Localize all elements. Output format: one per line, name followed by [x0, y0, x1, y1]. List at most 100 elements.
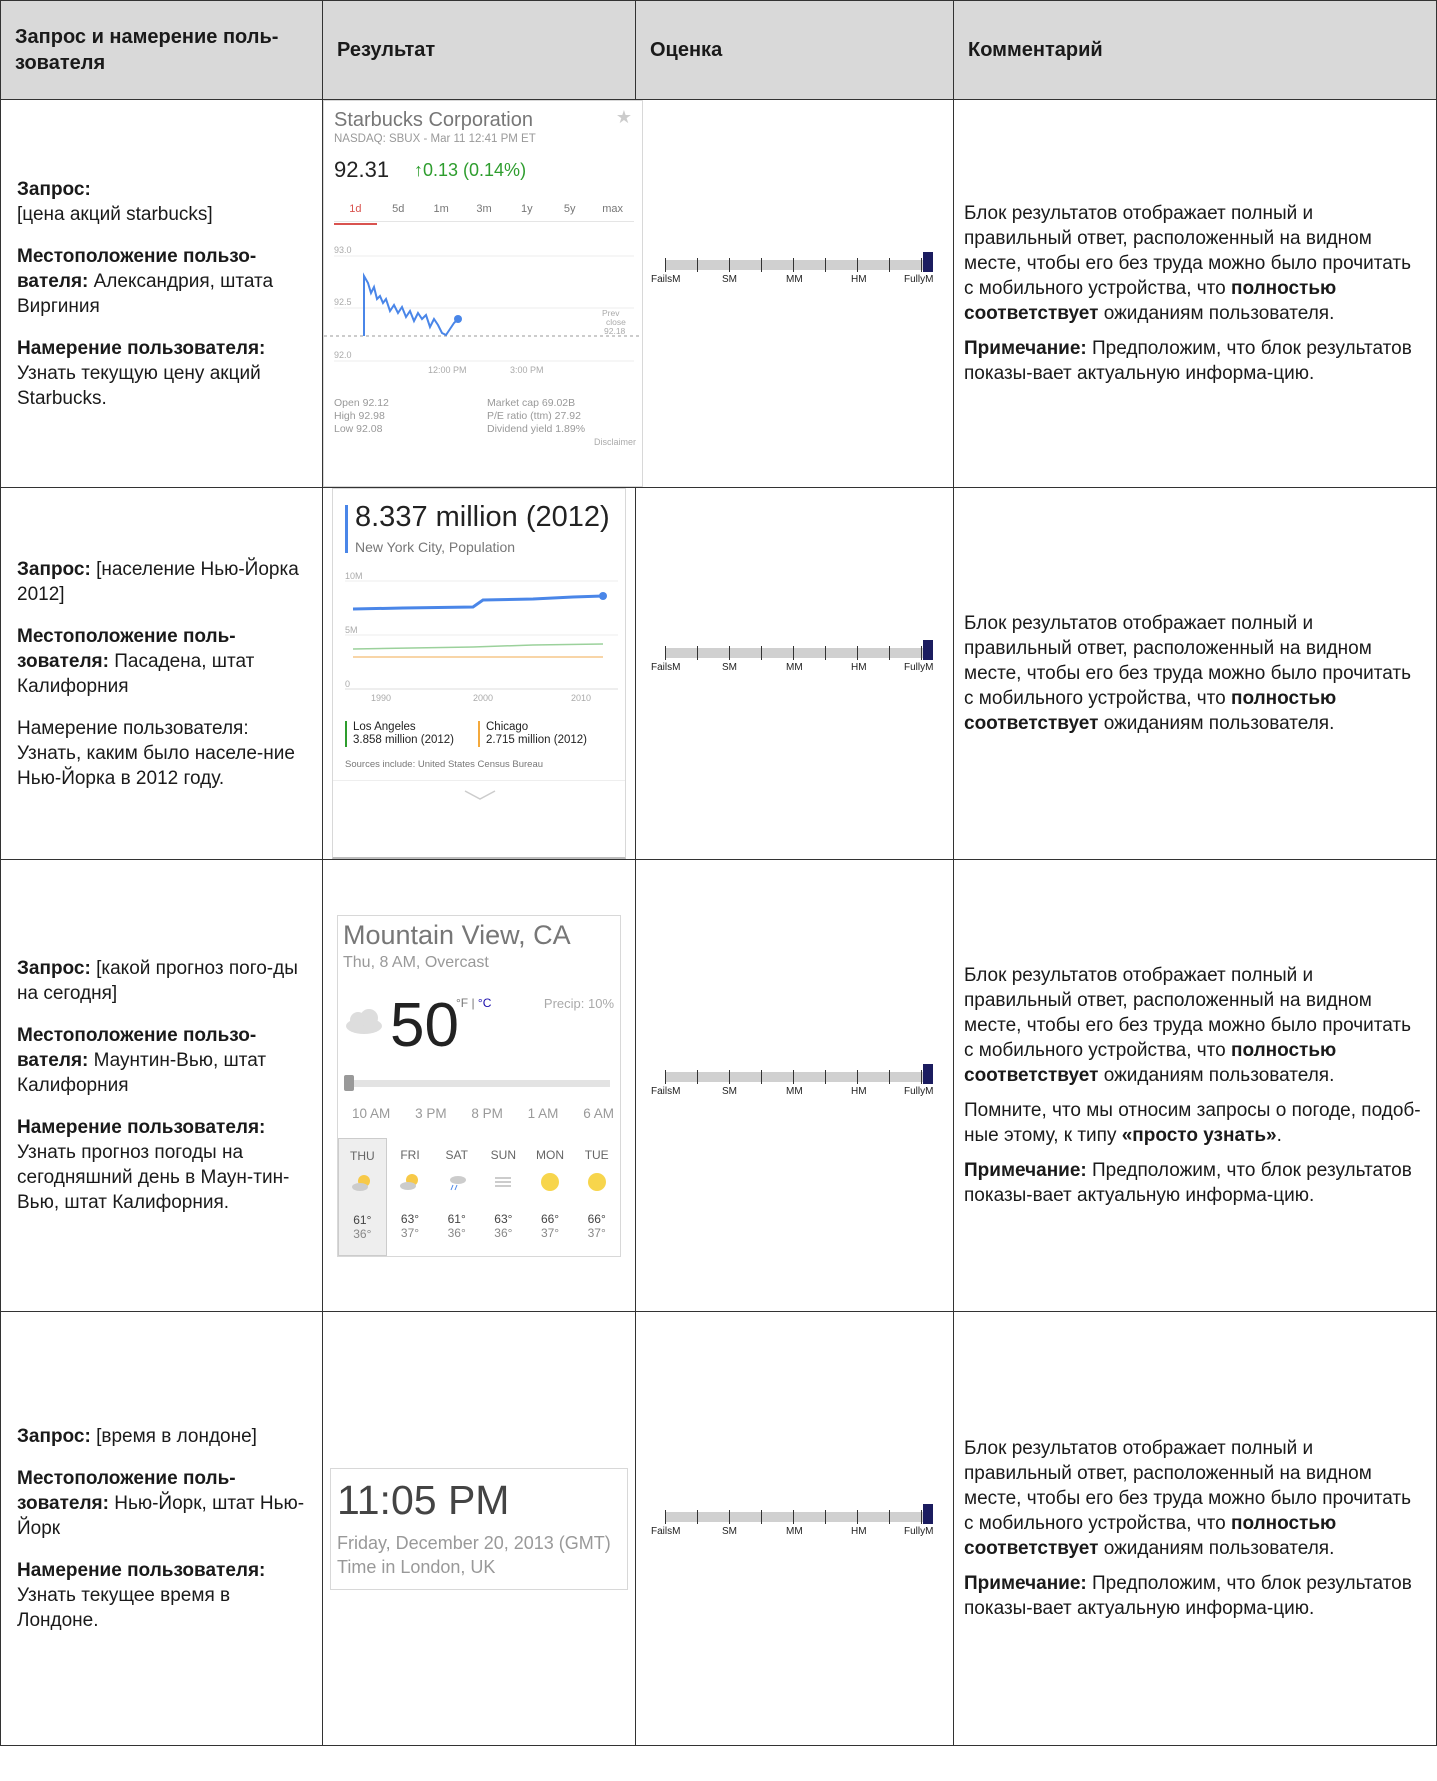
hour-label: 3 PM [415, 1105, 447, 1121]
scale-tick [793, 1510, 794, 1524]
scale-tick [857, 1510, 858, 1524]
scale-label: FailsM [651, 1086, 681, 1097]
scale-label: MM [786, 1086, 803, 1097]
sun-icon [587, 1172, 606, 1191]
scale-label: SM [722, 274, 737, 285]
legend-los-angeles: Los Angeles 3.858 million (2012) [345, 721, 454, 747]
accent-bar [345, 505, 348, 553]
table-row: Запрос: [цена акций starbucks] Местополож… [0, 99, 1437, 488]
scale-track [665, 260, 927, 270]
y-tick: 92.0 [334, 350, 352, 360]
scale-track [665, 1072, 927, 1082]
rating-scale[interactable]: FailsM SM MM HM FullyM [651, 252, 941, 294]
scale-tick [793, 1070, 794, 1084]
scale-label: FullyM [904, 274, 934, 285]
star-icon[interactable]: ★ [616, 107, 632, 128]
sources-text: Sources include: United States Census Bu… [345, 759, 544, 770]
scale-label: MM [786, 662, 803, 673]
query-cell: Запрос: [время в лондоне] Местоположение… [0, 1311, 323, 1746]
rating-scale[interactable]: FailsM SM MM HM FullyM [651, 640, 941, 682]
intent-text: Узнать текущее время в Лондоне. [17, 1585, 231, 1631]
comment-cell: Блок результатов отображает полный и пра… [953, 99, 1437, 488]
chevron-down-icon[interactable] [463, 789, 497, 801]
x-tick: 1990 [371, 693, 391, 703]
scale-tick [857, 1070, 858, 1084]
clock-time: 11:05 PM [337, 1476, 510, 1523]
scale-thumb[interactable] [923, 252, 933, 272]
day-fri[interactable]: FRI 63° 37° [387, 1138, 434, 1256]
fog-icon [495, 1176, 512, 1187]
scale-thumb[interactable] [923, 1504, 933, 1524]
scale-tick [825, 646, 826, 660]
weather-card: Mountain View, CA Thu, 8 AM, Overcast 50… [337, 914, 621, 1257]
scale-tick [825, 1070, 826, 1084]
scale-tick [825, 258, 826, 272]
day-sun[interactable]: SUN 63° 36° [480, 1138, 527, 1256]
rating-cell: FailsM SM MM HM FullyM [635, 1311, 954, 1746]
scale-tick [889, 646, 890, 660]
temperature: 50 [390, 990, 459, 1060]
scale-thumb[interactable] [923, 1064, 933, 1084]
result-cell: Mountain View, CA Thu, 8 AM, Overcast 50… [322, 859, 636, 1312]
scale-label: FullyM [904, 1086, 934, 1097]
scale-label: HM [851, 274, 867, 285]
scale-tick [921, 646, 922, 660]
scale-label: MM [786, 1526, 803, 1537]
rating-scale[interactable]: FailsM SM MM HM FullyM [651, 1064, 941, 1106]
scale-label: SM [722, 1526, 737, 1537]
disclaimer-link[interactable]: Disclaimer [594, 437, 636, 447]
legend-chicago: Chicago 2.715 million (2012) [478, 721, 587, 747]
scale-label: SM [722, 662, 737, 673]
x-tick: 12:00 PM [428, 365, 467, 375]
high-value: High 92.98 [334, 410, 385, 422]
result-cell: Starbucks Corporation NASDAQ: SBUX - Mar… [322, 99, 643, 488]
stock-stats-right: Market cap 69.02B P/E ratio (ttm) 27.92 … [487, 397, 585, 436]
rating-cell: FailsM SM MM HM FullyM [635, 99, 954, 488]
header-result: Результат [322, 0, 636, 100]
scale-track [665, 648, 927, 658]
slider-handle[interactable] [344, 1074, 354, 1091]
day-tue[interactable]: TUE 66° 37° [573, 1138, 620, 1256]
query-cell: Запрос: [какой прогноз пого-ды на сегодн… [0, 859, 323, 1312]
scale-tick [793, 646, 794, 660]
day-sat[interactable]: SAT 61° 36° [433, 1138, 480, 1256]
remember-text: Помните, что мы относим запросы о погоде… [964, 1100, 1421, 1146]
intent-label: Намерение пользователя: [17, 1560, 266, 1581]
scale-tick [729, 258, 730, 272]
scale-tick [761, 646, 762, 660]
header-comment: Комментарий [953, 0, 1437, 100]
table-row: Запрос: [какой прогноз пого-ды на сегодн… [0, 859, 1437, 1312]
result-cell: 11:05 PM Friday, December 20, 2013 (GMT)… [322, 1311, 636, 1746]
clock-date: Friday, December 20, 2013 (GMT) [337, 1532, 611, 1553]
scale-label: HM [851, 662, 867, 673]
cloud-icon [346, 1008, 382, 1034]
stock-card: Starbucks Corporation NASDAQ: SBUX - Mar… [323, 100, 643, 487]
stock-stats-left: Open 92.12 High 92.98 Low 92.08 [334, 397, 389, 436]
scale-tick [889, 1070, 890, 1084]
table-row: Запрос: [время в лондоне] Местоположение… [0, 1311, 1437, 1746]
population-value: 8.337 million (2012) [355, 501, 610, 533]
scale-label: FailsM [651, 662, 681, 673]
prev-close-value: 92.18 [604, 326, 626, 336]
table-row: Запрос: [население Нью-Йорка 2012] Место… [0, 487, 1437, 860]
comment-text: Блок результатов отображает полный и пра… [964, 613, 1412, 734]
unit-toggle[interactable]: °F | °C [456, 996, 491, 1010]
forecast-days: THU 61° 36° FRI 63° 37° SAT 61° 36° SUN … [338, 1137, 620, 1256]
scale-tick [921, 1070, 922, 1084]
day-mon[interactable]: MON 66° 37° [527, 1138, 574, 1256]
query-label: Запрос: [17, 558, 91, 580]
hour-label: 10 AM [352, 1105, 391, 1121]
scale-thumb[interactable] [923, 640, 933, 660]
day-thu[interactable]: THU 61° 36° [338, 1137, 387, 1256]
scale-tick [729, 1070, 730, 1084]
comment-cell: Блок результатов отображает полный и пра… [953, 859, 1437, 1312]
scale-tick [825, 1510, 826, 1524]
hour-slider[interactable] [346, 1079, 610, 1087]
precip: Precip: 10% [543, 995, 614, 1011]
population-card: 8.337 million (2012) New York City, Popu… [332, 488, 626, 859]
intent-label: Намерение пользователя: [17, 1117, 266, 1138]
rating-scale[interactable]: FailsM SM MM HM FullyM [651, 1504, 941, 1546]
scale-tick [921, 1510, 922, 1524]
y-tick: 5M [345, 625, 358, 635]
market-cap: Market cap 69.02B [487, 397, 576, 409]
